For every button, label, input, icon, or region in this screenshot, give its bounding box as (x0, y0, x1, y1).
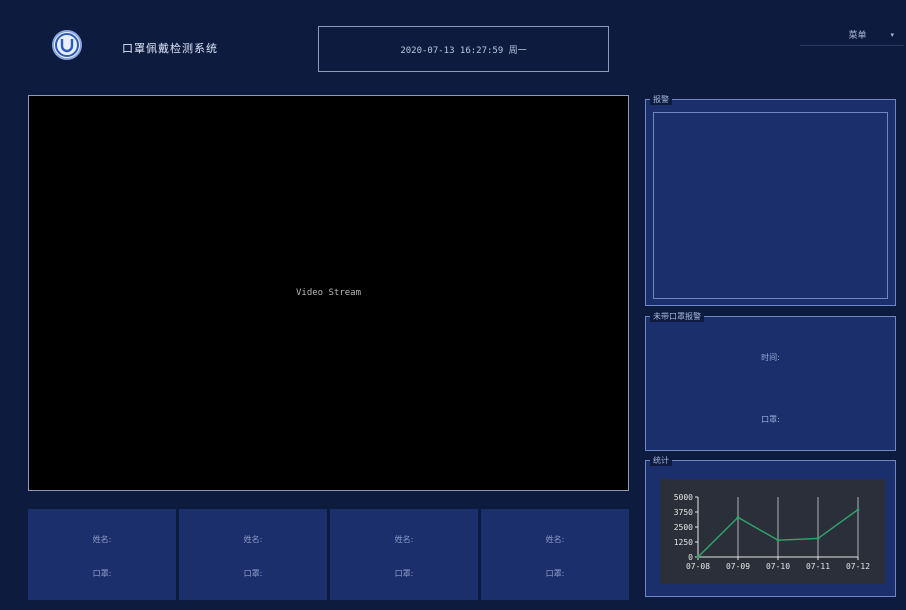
x-tick-label: 07-10 (766, 562, 790, 571)
card-name-label: 姓名: (92, 535, 112, 545)
x-tick-label: 07-09 (726, 562, 750, 571)
menu-label: 菜单 (848, 31, 867, 41)
menu-dropdown[interactable]: 菜单 ▾ (800, 24, 904, 46)
video-label: Video Stream (295, 288, 362, 298)
data-point (736, 516, 740, 519)
y-tick-label: 1250 (674, 538, 693, 547)
datetime-text: 2020-07-13 16:27:59 周一 (400, 45, 527, 56)
card-mask-label: 口罩: (394, 568, 414, 578)
y-tick-label: 3750 (674, 508, 693, 517)
video-stream: Video Stream (28, 95, 629, 491)
no-mask-alarm-panel: 未带口罩报警 时间: 口罩: (645, 311, 896, 451)
card-name-label: 姓名: (394, 535, 414, 545)
x-tick-label: 07-08 (686, 562, 710, 571)
x-tick-label: 07-11 (806, 562, 830, 571)
data-point (696, 555, 700, 559)
no-mask-panel-title: 未带口罩报警 (650, 311, 704, 322)
data-point (776, 538, 780, 542)
card-name-label: 姓名: (545, 535, 565, 545)
person-card-4: 姓名: 口罩: (481, 509, 629, 600)
person-card-3: 姓名: 口罩: (330, 509, 478, 600)
alarm-panel: 报警 (645, 94, 896, 306)
y-tick-label: 0 (688, 553, 693, 562)
logo-icon (55, 33, 79, 57)
chevron-down-icon: ▾ (890, 30, 894, 39)
alarm-time-label: 时间: (761, 353, 780, 362)
card-mask-label: 口罩: (243, 568, 263, 578)
data-point (816, 537, 820, 540)
stats-chart: 0 1250 2500 3750 5000 07-08 07-09 07-10 07-11 07-… (660, 479, 885, 584)
person-card-2: 姓名: 口罩: (179, 509, 327, 600)
datetime-display: 2020-07-13 16:27:59 周一 (318, 26, 609, 72)
alarm-panel-title: 报警 (650, 94, 672, 105)
alarm-mask-label: 口罩: (761, 415, 780, 424)
statistics-panel: 统计 0 1250 2500 3750 5000 07-08 07-09 07-10 07-11… (645, 455, 896, 597)
card-name-label: 姓名: (243, 535, 263, 545)
line-chart: 0 1250 2500 3750 5000 07-08 07-09 07-10 07-11 07-… (674, 493, 870, 571)
alarm-image-area (653, 112, 888, 299)
card-mask-label: 口罩: (92, 568, 112, 578)
card-mask-label: 口罩: (545, 568, 565, 578)
y-tick-label: 5000 (674, 493, 693, 502)
app-logo (52, 30, 82, 60)
y-tick-label: 2500 (674, 523, 693, 532)
app-title: 口罩佩戴检测系统 (122, 42, 218, 55)
person-card-1: 姓名: 口罩: (28, 509, 176, 600)
stats-panel-title: 统计 (650, 455, 672, 466)
x-tick-label: 07-12 (846, 562, 870, 571)
data-point (856, 508, 860, 511)
